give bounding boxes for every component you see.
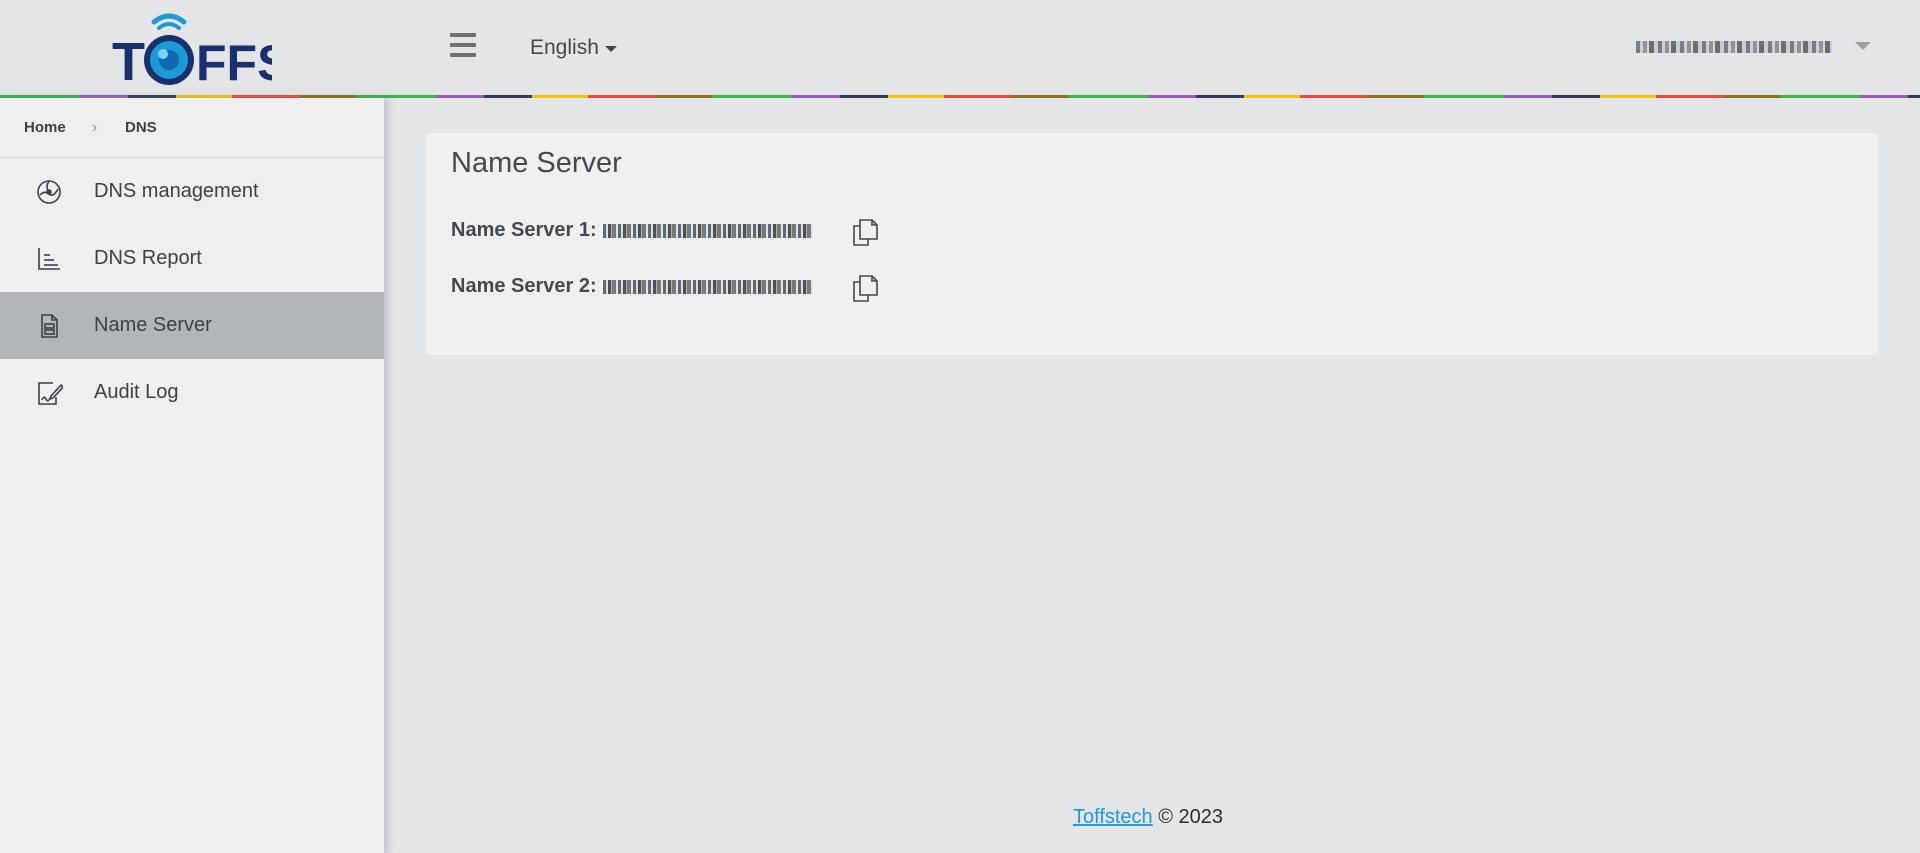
name-server-card: Name Server Name Server 1: Name Server 2… [426,133,1878,355]
svg-text:FFS: FFS [196,35,272,86]
bar-chart-icon [34,244,64,274]
sidebar-item-label: Name Server [94,314,212,336]
svg-text:T: T [112,32,145,86]
hamburger-icon-bar [450,53,476,57]
footer-toffstech-link[interactable]: Toffstech [1073,806,1153,828]
page-title: Name Server [451,147,622,179]
sidebar-item-name-server[interactable]: Name Server [0,292,384,359]
copy-name-server-2-button[interactable] [850,273,880,303]
sidebar-item-audit-log[interactable]: Audit Log [0,359,384,426]
name-server-row: Name Server 2: [451,275,813,298]
server-doc-icon [34,311,64,341]
name-server-label: Name Server 2: [451,275,597,297]
copy-name-server-1-button[interactable] [850,217,880,247]
breadcrumb-dns[interactable]: DNS [125,119,157,136]
sidebar-item-dns-report[interactable]: DNS Report [0,225,384,292]
hamburger-icon-bar [450,43,476,47]
language-dropdown[interactable]: English [530,36,617,60]
dns-globe-icon [34,177,64,207]
signature-doc-icon [34,378,64,408]
copy-icon [853,275,878,302]
sidebar-item-label: DNS Report [94,247,202,269]
sidebar-item-dns-management[interactable]: DNS management [0,158,384,225]
language-label: English [530,36,599,59]
sidebar-item-label: Audit Log [94,381,179,403]
user-name-redacted [1636,41,1832,53]
name-server-value-redacted [602,279,813,294]
breadcrumb-separator-icon: › [91,118,98,136]
breadcrumb: Home › DNS [0,98,384,158]
copy-icon [853,219,878,246]
user-caret-down-icon[interactable] [1855,42,1871,50]
hamburger-icon-bar [450,33,476,37]
sidebar: Home › DNS DNS management DNS Report Nam… [0,98,384,853]
footer-copyright: © 2023 [1158,806,1224,828]
sidebar-item-label: DNS management [94,180,259,202]
hamburger-menu-button[interactable] [448,30,478,60]
toffs-logo-icon: T FFS [112,13,272,86]
footer: Toffstech © 2023 [1073,806,1223,829]
top-header: T FFS English [0,0,1920,96]
breadcrumb-home[interactable]: Home [24,119,66,136]
user-menu[interactable] [1636,40,1832,54]
name-server-row: Name Server 1: [451,219,813,242]
name-server-value-redacted [602,223,813,238]
name-server-label: Name Server 1: [451,219,597,241]
caret-down-icon [604,46,617,52]
toffs-logo[interactable]: T FFS [112,10,272,86]
